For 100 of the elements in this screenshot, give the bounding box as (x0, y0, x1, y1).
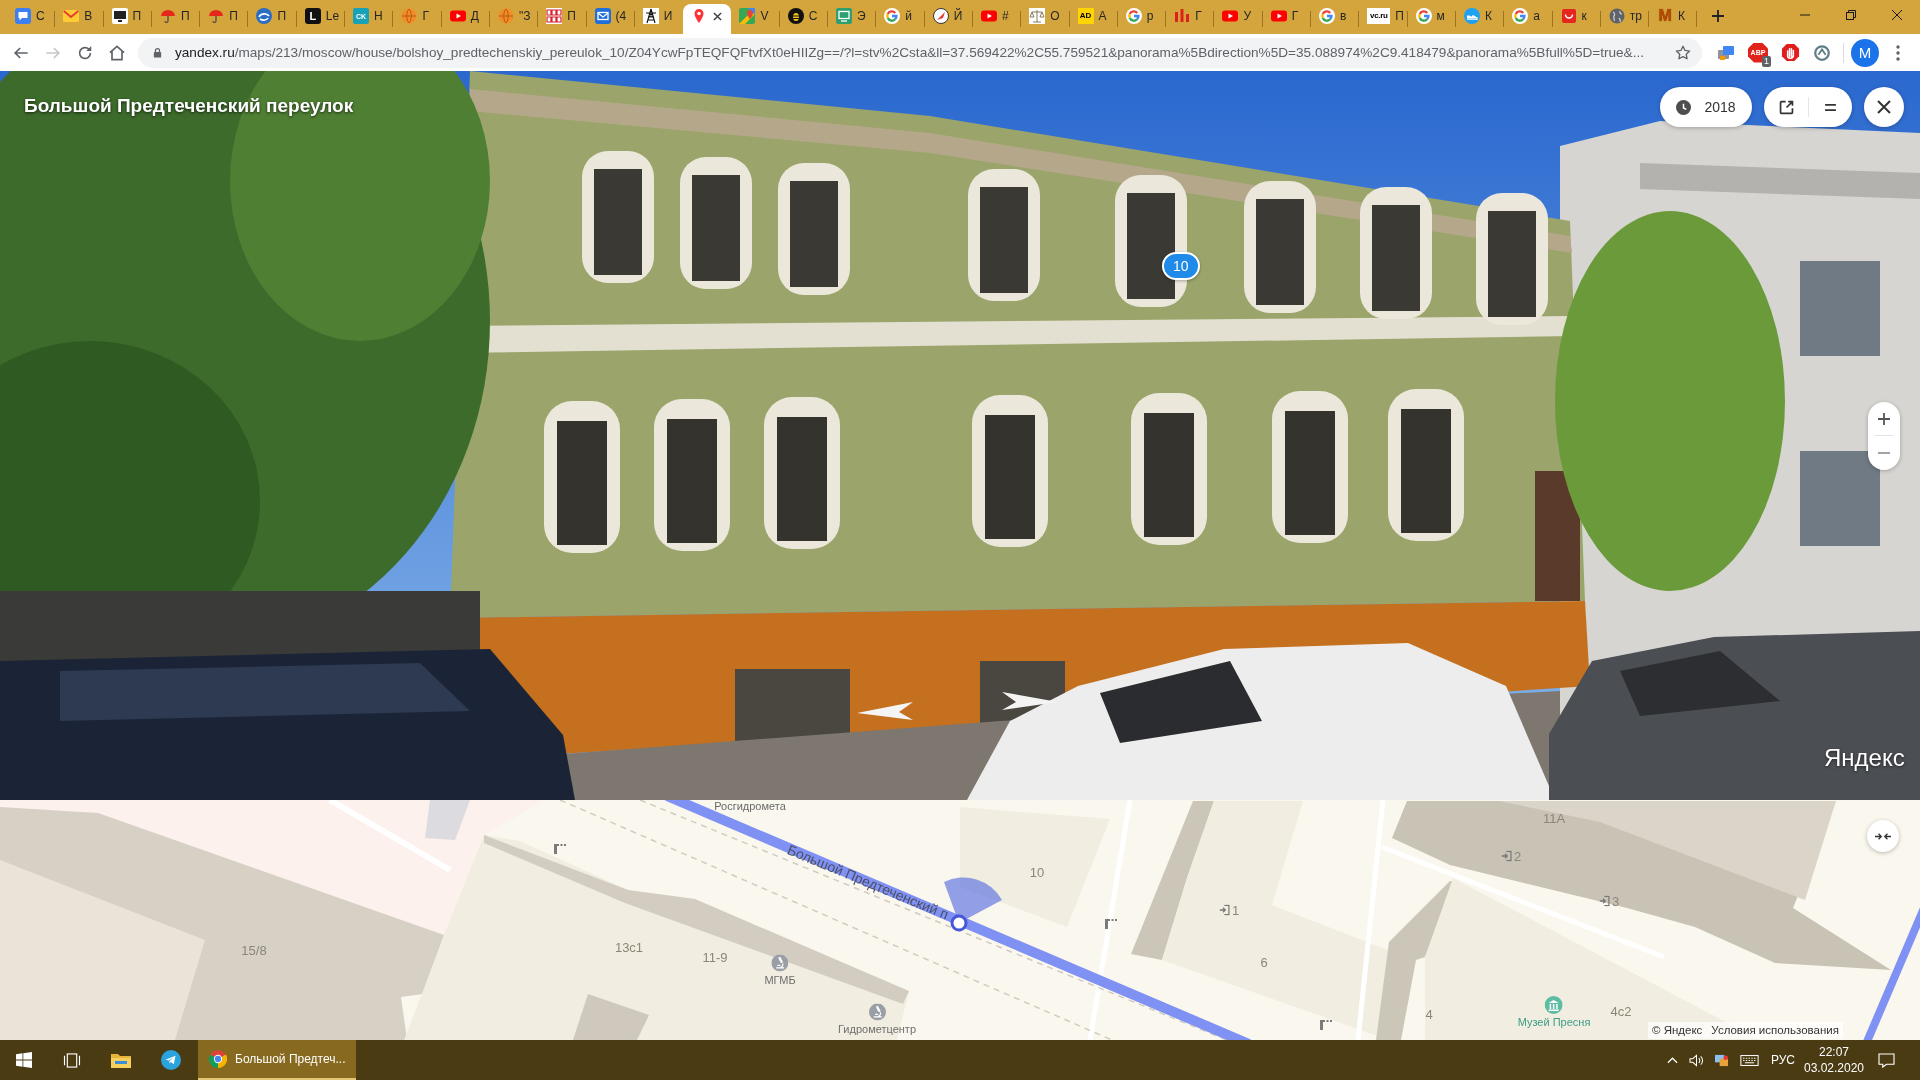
browser-tab[interactable]: AD А (1069, 4, 1118, 34)
barrier-icon (553, 842, 567, 854)
browser-tab[interactable]: С (779, 4, 829, 34)
letter-logo: M (1657, 8, 1673, 24)
smile-logo-icon (1560, 8, 1577, 24)
browser-tab[interactable]: V (731, 4, 780, 34)
external-link-icon[interactable] (1777, 98, 1795, 116)
menu-dots-icon[interactable] (1896, 44, 1900, 61)
browser-tab[interactable]: Й (924, 4, 973, 34)
building-number-label: 15/8 (241, 943, 267, 957)
menu-icon[interactable] (1824, 102, 1837, 112)
chevron-circle-icon[interactable] (1813, 43, 1831, 62)
close-icon[interactable] (1877, 100, 1891, 114)
ring-logo-icon (884, 8, 901, 24)
keyboard-icon[interactable] (1739, 1054, 1759, 1066)
browser-tab[interactable]: L Le (296, 4, 346, 34)
umbrella-icon (208, 8, 225, 24)
browser-tab[interactable]: П (103, 4, 152, 34)
letter-logo: L (304, 8, 321, 24)
collapse-button[interactable] (1867, 820, 1899, 852)
restore-icon[interactable] (1846, 10, 1856, 20)
browser-tab[interactable]: й (876, 4, 925, 34)
play-button-icon (980, 8, 997, 24)
browser-tab[interactable]: У (1214, 4, 1263, 34)
close-icon[interactable] (713, 11, 723, 21)
language-indicator[interactable]: РУС (1764, 1054, 1802, 1066)
ring-logo-icon (1415, 8, 1432, 24)
browser-tab[interactable]: тр (1600, 4, 1650, 34)
chevron-up-icon[interactable] (1666, 1056, 1678, 1064)
ball-icon (497, 8, 514, 24)
building-number-label: 4с2 (1610, 1004, 1632, 1018)
copyright-text: © Яндекс (1652, 1024, 1703, 1037)
hand-icon[interactable] (1780, 43, 1800, 62)
browser-tab[interactable]: "З (489, 4, 539, 34)
browser-tab[interactable]: vc.ru П (1359, 4, 1408, 34)
notification-icon[interactable] (1877, 1052, 1895, 1068)
browser-tab[interactable]: И (634, 4, 684, 34)
address-bar[interactable]: yandex.ru/maps/213/moscow/house/bolshoy_predtechenskiy_pereulok_10/Z04YcwFpTEQFQFtvfXt0eHIIZg==/?l=stv%2Csta&ll=37.569422%2C55.759521&panorama%5Bdirection%5D=35.088974%2C9.418479&panorama%5Bfull%5D=true&... (138, 37, 1702, 68)
entrance-icon (1500, 850, 1512, 862)
bee-icon (787, 8, 804, 24)
cards-icon[interactable] (1717, 43, 1735, 62)
browser-tab[interactable]: р (1117, 4, 1167, 34)
letter-logo: AD (1077, 8, 1094, 24)
map-icon (739, 8, 756, 24)
star-icon[interactable] (1674, 43, 1692, 62)
browser-tab[interactable]: а (1504, 4, 1553, 34)
browser-tab[interactable]: В (55, 4, 104, 34)
plus-icon[interactable] (1712, 10, 1725, 22)
browser-tab[interactable]: к (1552, 4, 1601, 34)
clock-icon (1676, 99, 1692, 115)
browser-tab[interactable]: О (1021, 4, 1070, 34)
building-number-label: 10 (1029, 865, 1045, 879)
entrance-number-label: 2 (1513, 849, 1522, 863)
count-badge: 1 (1762, 55, 1771, 67)
clock-date[interactable]: 03.02.2020 (1803, 1062, 1865, 1074)
umbrella-icon (159, 8, 176, 24)
browser-tab[interactable]: Г (1166, 4, 1215, 34)
browser-tab[interactable]: П (151, 4, 201, 34)
browser-tab[interactable]: (4 (586, 4, 635, 34)
envelope-icon (63, 8, 80, 24)
street-title: Большой Предтеченский переулок (24, 95, 354, 117)
speaker-icon[interactable] (1688, 1053, 1704, 1067)
browser-tab[interactable]: Г (1262, 4, 1311, 34)
browser-tab[interactable]: # (972, 4, 1022, 34)
clock-time[interactable]: 22:07 (1819, 1046, 1849, 1058)
year-button[interactable]: 2018 (1660, 87, 1752, 127)
building-number-label: 11А (1542, 811, 1566, 825)
microscope-icon[interactable] (771, 954, 789, 972)
globe-icon (1608, 8, 1625, 24)
task-view-icon[interactable] (63, 1052, 81, 1068)
browser-tab[interactable]: Г (393, 4, 442, 34)
entrance-icon (1218, 904, 1230, 916)
browser-tab[interactable]: Э (828, 4, 877, 34)
browser-tab[interactable] (683, 4, 732, 34)
browser-tab[interactable]: К (1455, 4, 1505, 34)
terms-link[interactable]: Условия использования (1711, 1024, 1839, 1037)
profile-avatar[interactable]: M (1851, 38, 1879, 67)
swirl-icon (256, 8, 273, 24)
browser-tab[interactable]: П (200, 4, 249, 34)
folder-icon (111, 1052, 131, 1068)
taskbar-button[interactable]: Большой Предтеч... (198, 1040, 356, 1080)
barrier-icon (1104, 917, 1118, 929)
browser-tab[interactable]: Д (441, 4, 490, 34)
ring-logo-icon (1319, 8, 1335, 24)
collapse-arrows-icon[interactable] (1875, 831, 1891, 841)
browser-tab[interactable]: С (7, 4, 56, 34)
close-icon[interactable] (1892, 10, 1902, 20)
place-name-label[interactable]: Гидрометцентр (838, 1023, 916, 1035)
paper-plane-icon (161, 1050, 181, 1070)
microscope-icon[interactable] (868, 1003, 886, 1021)
start-icon[interactable] (16, 1052, 32, 1068)
letter-logo: vc.ru (1367, 8, 1391, 24)
browser-tab[interactable]: M К (1649, 4, 1698, 34)
browser-tab[interactable]: П (538, 4, 587, 34)
browser-tab[interactable]: м (1407, 4, 1456, 34)
overlapping-squares-icon[interactable] (1713, 1053, 1729, 1067)
zoom-in-icon[interactable] (1878, 412, 1890, 425)
browser-tab[interactable]: в (1311, 4, 1360, 34)
place-name-label[interactable]: МГМБ (764, 974, 796, 986)
browser-tab[interactable]: П (248, 4, 297, 34)
